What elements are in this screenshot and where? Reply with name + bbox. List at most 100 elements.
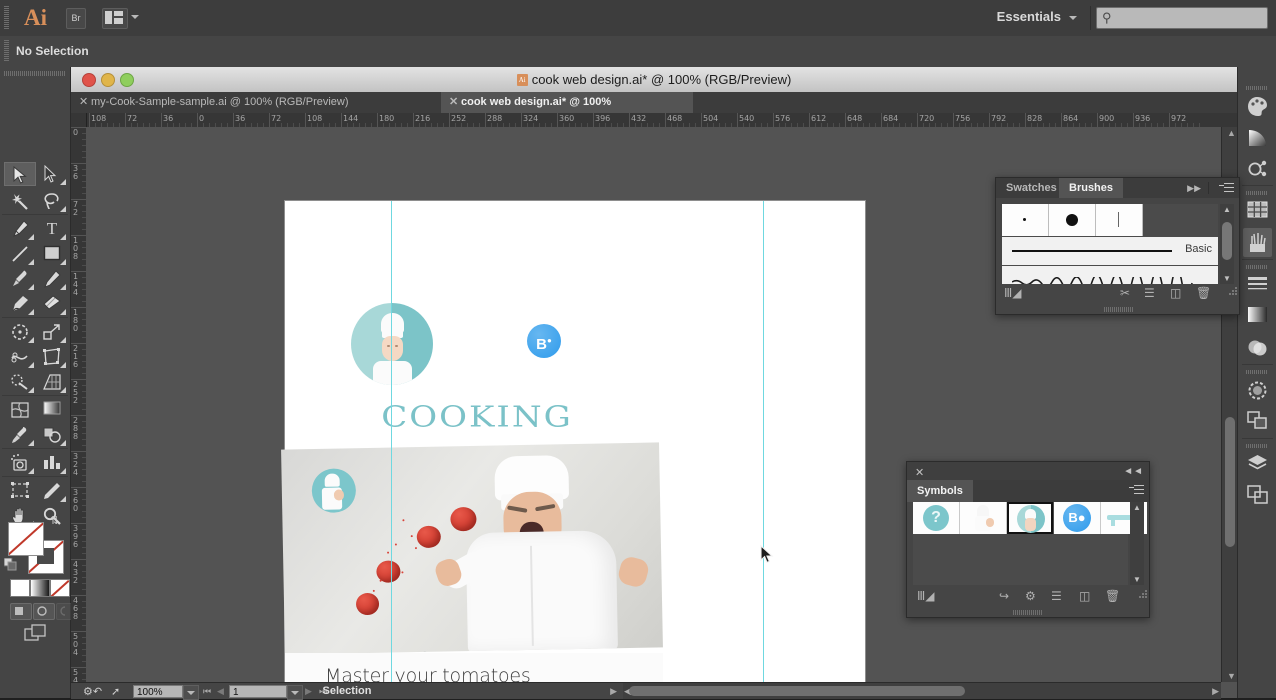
slice-tool[interactable]: [36, 479, 68, 503]
brush-item-thin-line[interactable]: [1096, 204, 1143, 236]
layers-panel-icon[interactable]: [1243, 450, 1272, 479]
brushes-panel-scrollbar[interactable]: ▲ ▼: [1220, 204, 1234, 284]
symbols-panel[interactable]: ✕ ◄◄ Symbols ? B: [906, 461, 1150, 618]
width-tool[interactable]: [4, 345, 36, 369]
fill-swatch-large[interactable]: [8, 522, 44, 556]
scroll-right-icon[interactable]: ▶: [1212, 686, 1219, 697]
brush-item-basic[interactable]: Basic: [1002, 237, 1218, 265]
delete-brush-icon[interactable]: 🗑: [1196, 286, 1211, 300]
close-icon[interactable]: ✕: [79, 92, 88, 113]
magic-wand-tool[interactable]: [4, 189, 36, 213]
symbol-question-mark[interactable]: ?: [913, 502, 960, 534]
cooking-logo-text[interactable]: COOKING: [297, 400, 657, 434]
scroll-down-icon[interactable]: ▼: [1133, 575, 1141, 584]
place-symbol-instance-icon[interactable]: ↪: [999, 589, 1009, 603]
symbol-libraries-icon[interactable]: Ⅲ◢: [917, 589, 935, 603]
artboard[interactable]: COOKING B●: [285, 201, 865, 682]
graphic-styles-panel-icon[interactable]: [1243, 407, 1272, 436]
panel-bottom-grip[interactable]: [1104, 307, 1134, 312]
blend-tool[interactable]: [36, 423, 68, 447]
artboard-tool[interactable]: [4, 479, 36, 503]
eraser-tool[interactable]: [36, 292, 68, 316]
bridge-button[interactable]: Br: [66, 8, 86, 29]
break-link-icon[interactable]: ⚙: [1025, 589, 1036, 603]
new-symbol-icon[interactable]: ◫: [1079, 589, 1090, 603]
gradient-tool[interactable]: [36, 398, 68, 422]
dock-group-grip[interactable]: [1246, 370, 1268, 374]
collapse-icon[interactable]: ◄◄: [1123, 466, 1143, 477]
horizontal-scroll-thumb[interactable]: [629, 686, 965, 696]
fill-stroke-control[interactable]: ⇅: [8, 522, 60, 572]
scroll-up-icon[interactable]: ▲: [1223, 205, 1231, 214]
dock-group-grip[interactable]: [1246, 444, 1268, 448]
article-title[interactable]: Master your tomatoes: [325, 665, 555, 682]
document-tab-2[interactable]: ✕ cook web design.ai* @ 100% (RGB/Previe…: [441, 92, 693, 113]
dock-group-grip[interactable]: [1246, 265, 1268, 269]
brushes-panel[interactable]: Swatches Brushes ▶▶ Basic: [995, 177, 1240, 315]
vertical-ruler[interactable]: 0367210814418021625228832436039643246850…: [71, 113, 87, 698]
vertical-scroll-thumb[interactable]: [1225, 417, 1235, 547]
tab-swatches[interactable]: Swatches: [996, 178, 1067, 198]
stroke-panel-icon[interactable]: [1243, 271, 1272, 300]
rotate-tool[interactable]: [4, 320, 36, 344]
symbols-panel-scrollbar[interactable]: ▲ ▼: [1130, 502, 1144, 585]
eyedropper-tool[interactable]: [4, 423, 36, 447]
horizontal-ruler[interactable]: 1087236036721081441802162522883243603964…: [86, 113, 1237, 128]
control-bar-grip[interactable]: [4, 40, 9, 62]
document-tab-1[interactable]: ✕ my-Cook-Sample-sample.ai @ 100% (RGB/P…: [71, 92, 441, 113]
appbar-grip[interactable]: [4, 6, 9, 30]
swatches-panel-icon[interactable]: [1243, 197, 1272, 226]
rectangle-tool[interactable]: [36, 242, 68, 266]
resize-grip[interactable]: [1138, 586, 1148, 596]
draw-normal-button[interactable]: [10, 603, 32, 620]
close-icon[interactable]: ✕: [915, 466, 924, 479]
brush-item-charcoal[interactable]: [1002, 266, 1218, 284]
color-panel-icon[interactable]: [1243, 92, 1272, 121]
default-fill-stroke-icon[interactable]: [4, 558, 17, 571]
brush-libraries-icon[interactable]: Ⅲ◢: [1004, 286, 1022, 300]
behance-badge[interactable]: B●: [527, 324, 561, 358]
brushes-panel-menu-icon[interactable]: [1219, 183, 1234, 193]
tab-symbols[interactable]: Symbols: [907, 480, 973, 502]
delete-symbol-icon[interactable]: 🗑: [1105, 589, 1120, 603]
panel-bottom-grip[interactable]: [1013, 610, 1043, 615]
expand-icon[interactable]: ▶▶: [1187, 183, 1201, 194]
chevron-down-icon[interactable]: [1069, 16, 1077, 20]
arrange-documents-button[interactable]: [102, 8, 128, 29]
gradient-fill-mode-button[interactable]: [30, 579, 50, 597]
gradient-fill-panel-icon[interactable]: [1243, 302, 1272, 331]
artboards-panel-icon[interactable]: [1243, 481, 1272, 510]
color-guide-panel-icon[interactable]: [1243, 154, 1272, 183]
gradient-panel-icon[interactable]: [1243, 123, 1272, 152]
close-icon[interactable]: ✕: [449, 92, 458, 113]
appearance-panel-icon[interactable]: [1243, 376, 1272, 405]
workspace-switcher[interactable]: Essentials: [997, 9, 1061, 24]
scroll-up-icon[interactable]: ▲: [1133, 503, 1141, 512]
color-fill-mode-button[interactable]: [10, 579, 30, 597]
chevron-down-icon[interactable]: [131, 15, 139, 19]
brush-item-large-dot[interactable]: [1049, 204, 1096, 236]
new-brush-icon[interactable]: ◫: [1170, 286, 1181, 300]
dock-group-grip[interactable]: [1246, 191, 1268, 195]
column-graph-tool[interactable]: [36, 451, 68, 475]
perspective-grid-tool[interactable]: [36, 370, 68, 394]
free-transform-tool[interactable]: [36, 345, 68, 369]
pencil-tool[interactable]: [36, 267, 68, 291]
dock-group-grip[interactable]: [1246, 86, 1268, 90]
remove-brush-stroke-icon[interactable]: ✂: [1120, 286, 1130, 300]
mesh-tool[interactable]: [4, 398, 36, 422]
symbols-list[interactable]: ? B●: [913, 502, 1128, 585]
scroll-down-icon[interactable]: ▼: [1227, 671, 1236, 681]
brushes-scroll-thumb[interactable]: [1222, 222, 1232, 260]
chef-avatar-logo[interactable]: [351, 303, 433, 385]
swap-fill-stroke-icon[interactable]: ⇅: [50, 514, 64, 526]
shape-builder-tool[interactable]: [4, 370, 36, 394]
scale-tool[interactable]: [36, 320, 68, 344]
pen-tool[interactable]: [4, 217, 36, 241]
draw-behind-button[interactable]: [33, 603, 55, 620]
status-menu-icon[interactable]: ▶: [610, 686, 617, 697]
status-tool-label[interactable]: Selection: [71, 683, 623, 699]
symbol-behance-badge[interactable]: B●: [1054, 502, 1101, 534]
resize-grip[interactable]: [1228, 283, 1238, 293]
symbol-options-icon[interactable]: ☰: [1051, 589, 1062, 603]
